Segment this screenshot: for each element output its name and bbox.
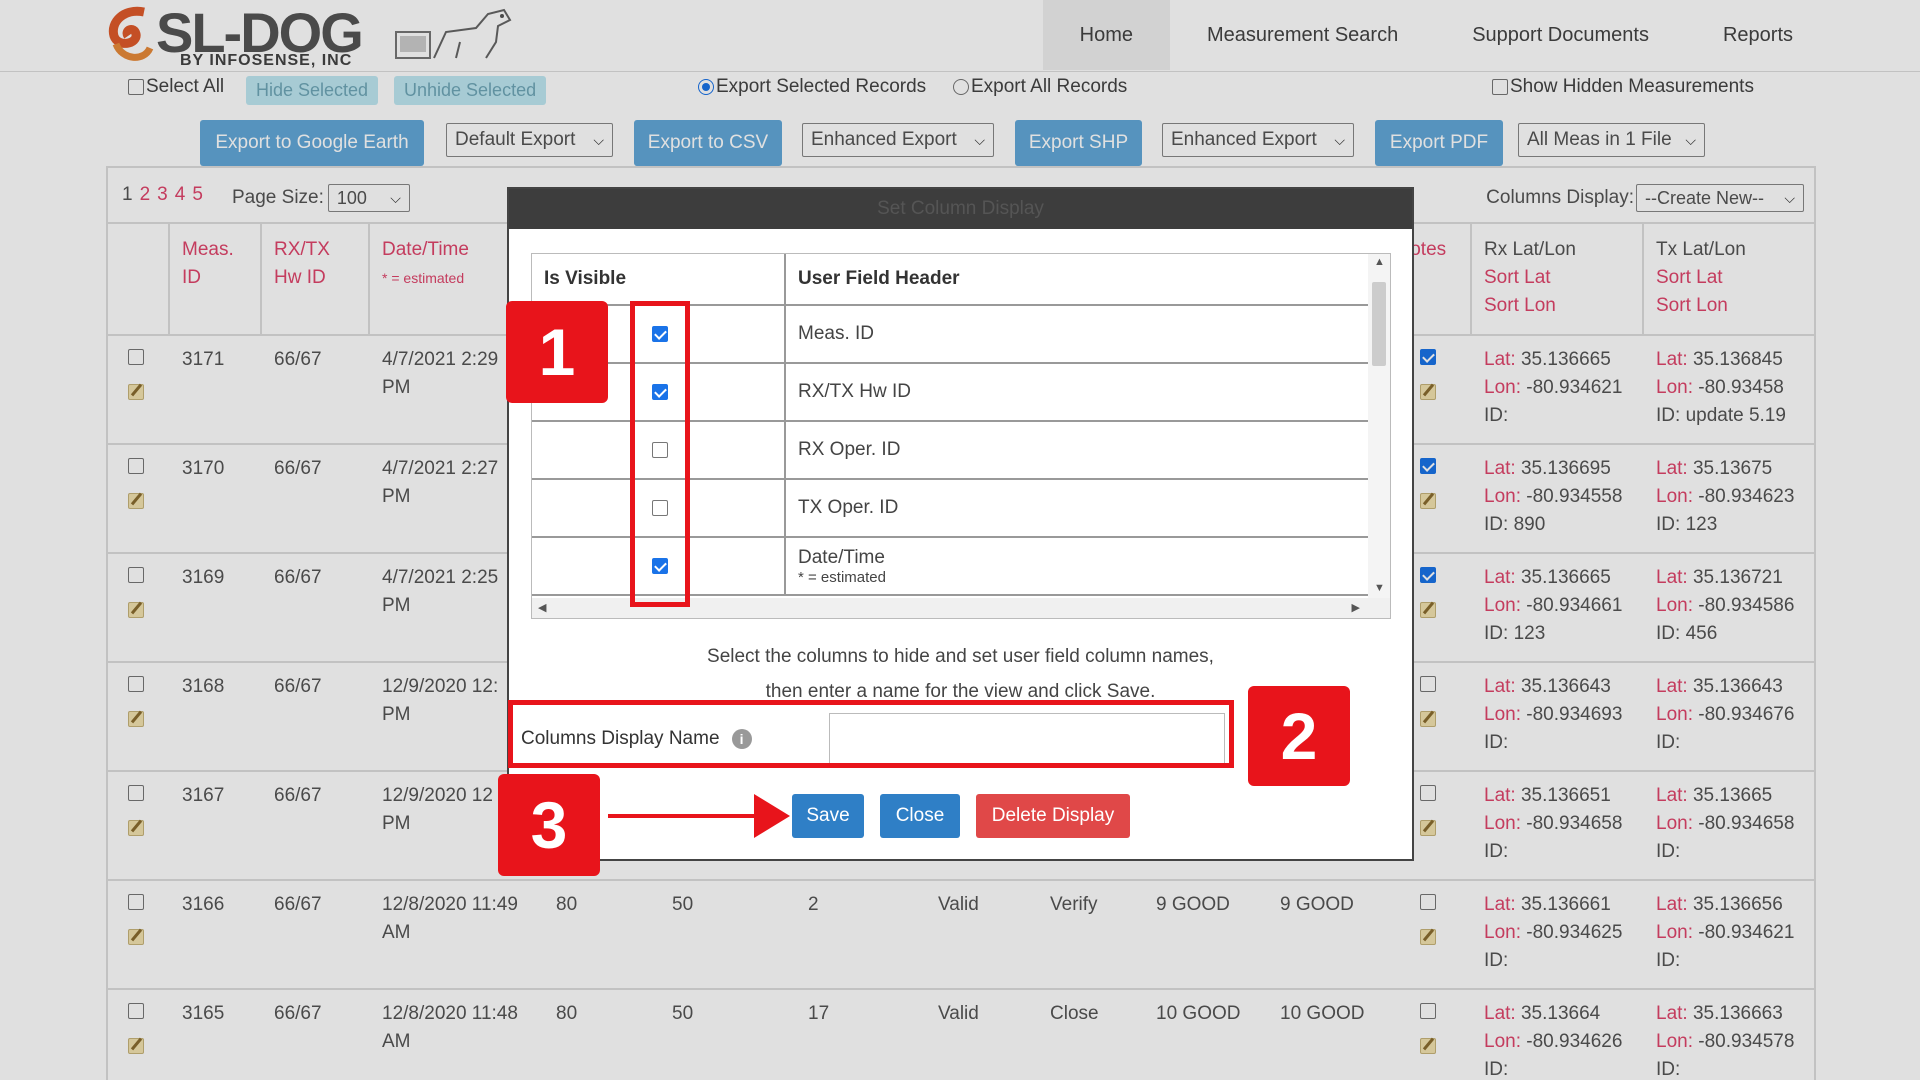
- callout-badge-1: 1: [506, 301, 608, 403]
- field-header-cell[interactable]: RX Oper. ID: [786, 422, 1372, 478]
- callout-2-highlight: [508, 700, 1234, 768]
- field-header-cell[interactable]: Meas. ID: [786, 306, 1372, 362]
- field-header-label: RX Oper. ID: [798, 439, 901, 460]
- vertical-scrollbar[interactable]: ▲ ▼: [1368, 254, 1390, 600]
- field-header-label: Date/Time: [798, 546, 885, 568]
- close-button[interactable]: Close: [880, 794, 960, 838]
- callout-badge-2: 2: [1248, 686, 1350, 786]
- scroll-left-icon[interactable]: ◀: [538, 601, 546, 614]
- column-table-header: Is Visible User Field Header: [532, 254, 1372, 306]
- field-header-label: RX/TX Hw ID: [798, 381, 911, 402]
- field-header-cell[interactable]: RX/TX Hw ID: [786, 364, 1372, 420]
- scroll-thumb[interactable]: [1372, 282, 1386, 366]
- field-header-label: Meas. ID: [798, 323, 875, 344]
- user-field-header: User Field Header: [798, 268, 960, 289]
- scroll-right-icon[interactable]: ▶: [1352, 601, 1360, 614]
- callout-3-arrow: [608, 814, 758, 818]
- dialog-title: Set Column Display: [509, 189, 1412, 229]
- arrow-head-icon: [754, 794, 790, 838]
- field-header-label: TX Oper. ID: [798, 497, 899, 518]
- save-button[interactable]: Save: [792, 794, 864, 838]
- scroll-down-icon[interactable]: ▼: [1374, 582, 1385, 594]
- is-visible-header: Is Visible: [532, 254, 786, 304]
- scroll-up-icon[interactable]: ▲: [1374, 256, 1385, 268]
- callout-badge-3: 3: [498, 774, 600, 876]
- callout-1-highlight: [630, 301, 690, 607]
- delete-display-button[interactable]: Delete Display: [976, 794, 1130, 838]
- instructions-line-1: Select the columns to hide and set user …: [707, 646, 1214, 667]
- field-header-sub: * = estimated: [798, 568, 886, 586]
- field-header-cell[interactable]: Date/Time * = estimated: [786, 538, 1372, 594]
- field-header-cell[interactable]: TX Oper. ID: [786, 480, 1372, 536]
